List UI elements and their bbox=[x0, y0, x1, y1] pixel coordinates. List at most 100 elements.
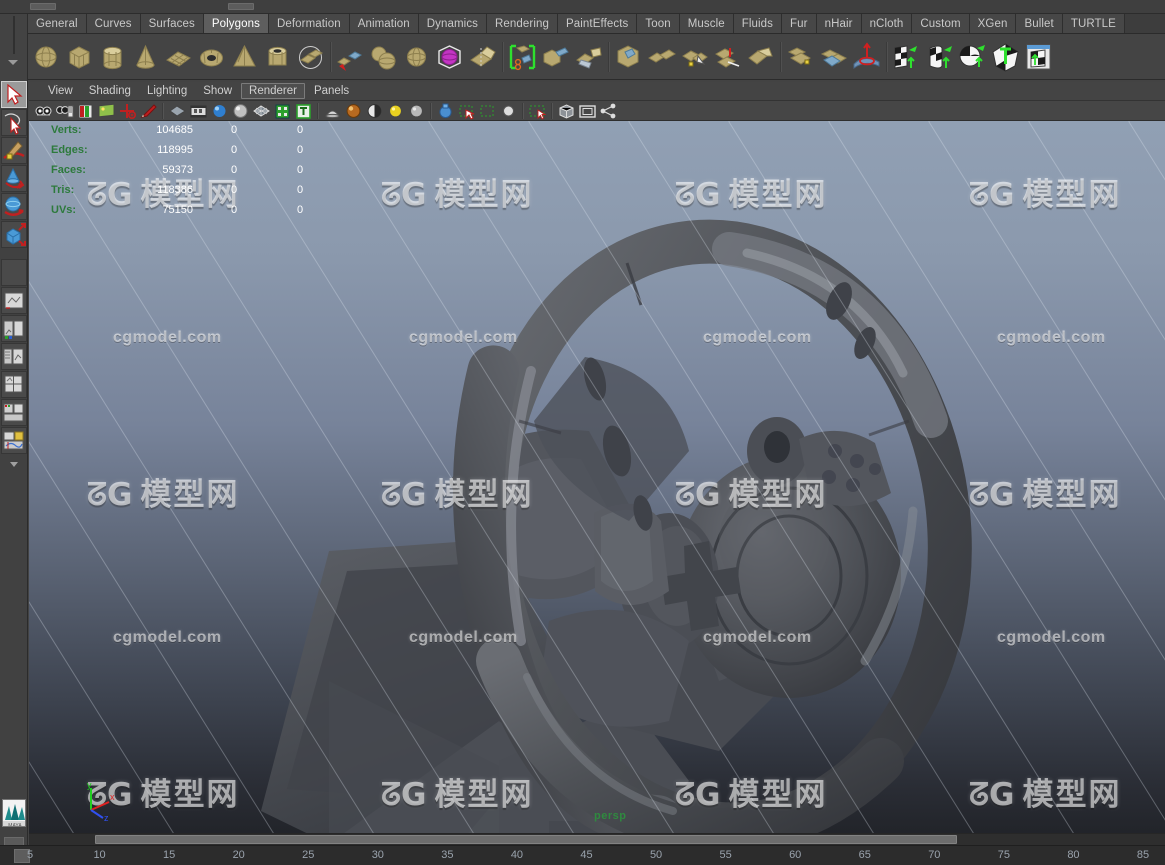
shadows-icon[interactable] bbox=[365, 102, 384, 120]
layout-persp-outliner[interactable] bbox=[1, 315, 27, 342]
poly-extrude-icon[interactable] bbox=[540, 40, 571, 74]
poly-sphere-icon[interactable] bbox=[31, 40, 62, 74]
shelf-tab-nhair[interactable]: nHair bbox=[816, 14, 862, 33]
shelf-tab-turtle[interactable]: TURTLE bbox=[1062, 14, 1125, 33]
poly-merge-icon[interactable] bbox=[646, 40, 677, 74]
poly-boolean-difference-icon[interactable] bbox=[401, 40, 432, 74]
poly-append-icon[interactable] bbox=[613, 40, 644, 74]
two-d-pan-zoom-icon[interactable] bbox=[118, 102, 137, 120]
shelf-tab-curves[interactable]: Curves bbox=[86, 14, 141, 33]
shelf-tab-painteffects[interactable]: PaintEffects bbox=[558, 14, 638, 33]
poly-target-weld-icon[interactable] bbox=[679, 40, 710, 74]
poly-combine-icon[interactable] bbox=[335, 40, 366, 74]
exposure-icon[interactable] bbox=[499, 102, 518, 120]
poly-cube-icon[interactable] bbox=[64, 40, 95, 74]
uv-automatic-map-icon[interactable] bbox=[990, 40, 1021, 74]
film-gate-icon[interactable] bbox=[578, 102, 597, 120]
scale-tool[interactable] bbox=[1, 221, 27, 248]
shelf-tab-muscle[interactable]: Muscle bbox=[679, 14, 734, 33]
poly-split-tool-icon[interactable] bbox=[507, 40, 538, 74]
poly-mirror-geometry-icon[interactable] bbox=[467, 40, 498, 74]
time-slider[interactable]: 5 10 15 20 25 30 35 40 45 50 55 60 65 70 75 80 85 bbox=[0, 845, 1165, 865]
rotate-tool[interactable] bbox=[1, 193, 27, 220]
use-all-lights-icon[interactable] bbox=[344, 102, 363, 120]
last-tool[interactable] bbox=[1, 259, 27, 286]
wireframe-on-shaded-icon[interactable] bbox=[252, 102, 271, 120]
select-camera-icon[interactable] bbox=[34, 102, 53, 120]
ambient-occlusion-icon[interactable] bbox=[386, 102, 405, 120]
bookmark-icon[interactable] bbox=[76, 102, 95, 120]
poly-collapse-icon[interactable] bbox=[745, 40, 776, 74]
flat-shade-icon[interactable] bbox=[231, 102, 250, 120]
poly-cut-faces-icon[interactable] bbox=[712, 40, 743, 74]
viewport-3d[interactable]: cgmodel.com cgmodel.com cgmodel.com cgmodel… bbox=[29, 121, 1165, 844]
shelf-drag-handle-2[interactable] bbox=[228, 3, 254, 10]
xray-active-icon[interactable] bbox=[478, 102, 497, 120]
uv-cylindrical-map-icon[interactable] bbox=[924, 40, 955, 74]
poly-prism-icon[interactable] bbox=[295, 40, 326, 74]
panel-menu-lighting[interactable]: Lighting bbox=[140, 84, 194, 98]
poly-connect-icon[interactable] bbox=[818, 40, 849, 74]
panel-menu-shading[interactable]: Shading bbox=[82, 84, 138, 98]
viewport-horizontal-scrollbar[interactable] bbox=[29, 833, 1165, 845]
panel-menu-view[interactable]: View bbox=[41, 84, 80, 98]
grid-toggle-icon[interactable] bbox=[557, 102, 576, 120]
smooth-shade-all-icon[interactable] bbox=[189, 102, 208, 120]
poly-cylinder-icon[interactable] bbox=[97, 40, 128, 74]
poly-bevel-icon[interactable] bbox=[573, 40, 604, 74]
shelf-tab-xgen[interactable]: XGen bbox=[969, 14, 1017, 33]
toolbox-expand-caret-icon[interactable] bbox=[1, 456, 27, 472]
xray-text-icon[interactable] bbox=[294, 102, 313, 120]
uv-spherical-map-icon[interactable] bbox=[957, 40, 988, 74]
paint-select-tool[interactable] bbox=[1, 137, 27, 164]
image-plane-icon[interactable] bbox=[97, 102, 116, 120]
poly-smooth-proxy-icon[interactable] bbox=[434, 40, 465, 74]
use-default-light-icon[interactable] bbox=[323, 102, 342, 120]
shelf-tab-surfaces[interactable]: Surfaces bbox=[140, 14, 204, 33]
poly-plane-icon[interactable] bbox=[163, 40, 194, 74]
panel-menu-show[interactable]: Show bbox=[196, 84, 239, 98]
shelf-drag-handle[interactable] bbox=[30, 3, 56, 10]
uv-planar-map-icon[interactable] bbox=[891, 40, 922, 74]
shelf-tab-fluids[interactable]: Fluids bbox=[733, 14, 783, 33]
camera-attributes-icon[interactable] bbox=[55, 102, 74, 120]
panel-menu-panels[interactable]: Panels bbox=[307, 84, 356, 98]
texture-mode-icon[interactable] bbox=[273, 102, 292, 120]
shaded-mode-icon[interactable] bbox=[210, 102, 229, 120]
shelf-tab-fur[interactable]: Fur bbox=[782, 14, 817, 33]
poly-torus-icon[interactable] bbox=[196, 40, 227, 74]
motion-blur-icon[interactable] bbox=[407, 102, 426, 120]
shelf-tab-custom[interactable]: Custom bbox=[912, 14, 970, 33]
select-tool[interactable] bbox=[1, 81, 27, 108]
shelf-tab-rendering[interactable]: Rendering bbox=[487, 14, 558, 33]
shelf-overflow-arrow-icon[interactable] bbox=[8, 60, 18, 65]
isolate-select-icon[interactable] bbox=[528, 102, 547, 120]
panel-menu-renderer[interactable]: Renderer bbox=[241, 83, 305, 99]
shelf-tab-general[interactable]: General bbox=[28, 14, 87, 33]
shelf-tab-polygons[interactable]: Polygons bbox=[203, 14, 269, 33]
layout-four-view[interactable] bbox=[1, 371, 27, 398]
shelf-tab-animation[interactable]: Animation bbox=[349, 14, 419, 33]
layout-persp-graph[interactable] bbox=[1, 343, 27, 370]
layout-hypershade-persp[interactable] bbox=[1, 399, 27, 426]
uv-texture-editor-icon[interactable] bbox=[1023, 40, 1054, 74]
layout-single-view[interactable] bbox=[1, 287, 27, 314]
xray-mode-icon[interactable] bbox=[436, 102, 455, 120]
shelf-tab-dynamics[interactable]: Dynamics bbox=[418, 14, 488, 33]
grease-pencil-icon[interactable] bbox=[139, 102, 158, 120]
shelf-tab-ncloth[interactable]: nCloth bbox=[861, 14, 913, 33]
poly-pipe-icon[interactable] bbox=[262, 40, 293, 74]
poly-cone-icon[interactable] bbox=[130, 40, 161, 74]
lasso-select-tool[interactable] bbox=[1, 109, 27, 136]
scrollbar-thumb[interactable] bbox=[95, 835, 957, 844]
move-tool[interactable] bbox=[1, 165, 27, 192]
poly-pyramid-icon[interactable] bbox=[229, 40, 260, 74]
shelf-tab-deformation[interactable]: Deformation bbox=[268, 14, 350, 33]
wireframe-shading-icon[interactable] bbox=[168, 102, 187, 120]
shelf-tab-toon[interactable]: Toon bbox=[637, 14, 680, 33]
poly-boolean-union-icon[interactable] bbox=[368, 40, 399, 74]
layout-persp-graph2[interactable] bbox=[1, 427, 27, 454]
poly-duplicate-face-icon[interactable] bbox=[785, 40, 816, 74]
poly-sculpt-icon[interactable] bbox=[851, 40, 882, 74]
xray-joints-icon[interactable] bbox=[457, 102, 476, 120]
